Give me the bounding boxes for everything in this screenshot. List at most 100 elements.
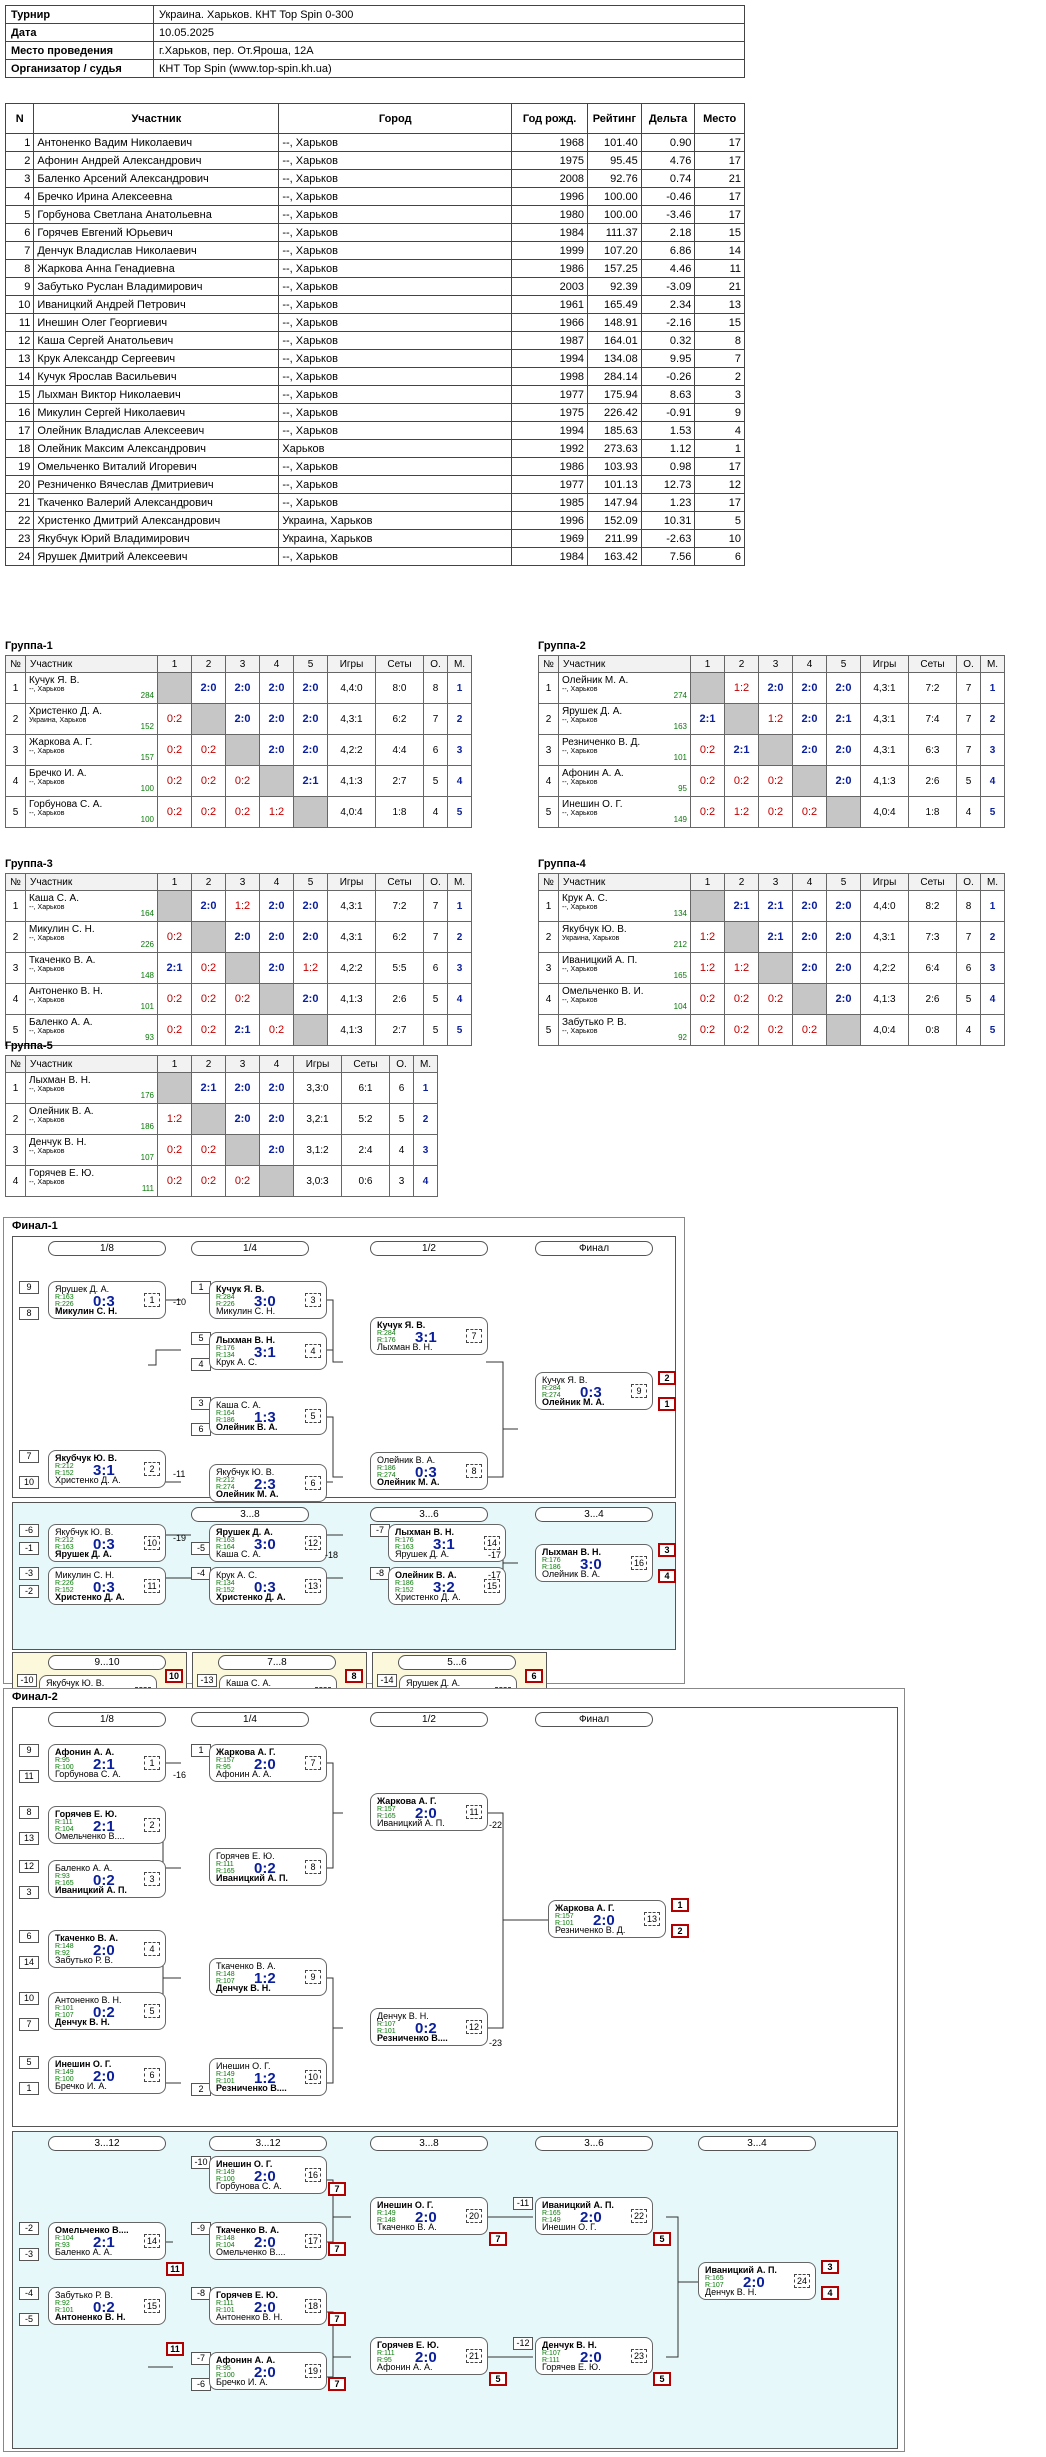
place-cell: 2 <box>447 921 472 953</box>
score-cell: 1:2 <box>157 1103 192 1135</box>
group-table: № Участник 1 2 3 4 5 Игры Сеты О. М. 1 Каша С. А. --,… <box>5 873 472 1046</box>
final-place: 7 <box>328 2182 346 2196</box>
participant-cell: 3 <box>694 385 745 404</box>
seed-number: -13 <box>197 1674 217 1687</box>
games-cell: 3,3:0 <box>293 1072 342 1104</box>
col-header: Участник <box>33 103 280 134</box>
self-cell <box>191 921 226 953</box>
col-header: Участник <box>25 873 158 891</box>
self-cell <box>724 703 759 735</box>
score-cell: 2:0 <box>259 1103 294 1135</box>
sets-cell: 0:8 <box>908 1014 957 1046</box>
self-cell <box>225 734 260 766</box>
participant-cell: 1992 <box>511 439 589 458</box>
participant-cell: 4 <box>4 187 35 206</box>
participant-cell: --, Харьков <box>278 241 513 260</box>
participant-cell: Горбунова Светлана Анатольевна <box>33 205 280 224</box>
points-cell: 8 <box>956 890 981 922</box>
score-cell: 1:2 <box>259 796 294 828</box>
self-cell <box>157 672 192 704</box>
participant-row: 3 Баленко Арсений Александрович --, Харько… <box>4 169 745 188</box>
participant-cell: 101.13 <box>587 475 642 494</box>
player-number: 2 <box>5 703 26 735</box>
place-cell: 3 <box>447 734 472 766</box>
score-cell: 2:0 <box>792 703 827 735</box>
score-cell: 1:2 <box>724 796 759 828</box>
player-rating: 100 <box>140 815 154 824</box>
participant-cell: 18 <box>4 439 35 458</box>
round-header: 1/4 <box>191 1241 309 1256</box>
player-city: --, Харьков <box>29 748 65 755</box>
place-cell: 4 <box>413 1165 438 1197</box>
self-cell <box>259 983 294 1015</box>
participant-cell: 148.91 <box>587 313 642 332</box>
participant-row: 22 Христенко Дмитрий Александрович Украина… <box>4 511 745 530</box>
match-number: 3 <box>144 1872 160 1886</box>
score-cell: 0:2 <box>191 1014 226 1046</box>
match-number: 7 <box>466 1329 482 1343</box>
seed-number: 2 <box>191 2083 211 2096</box>
match-number: 2 <box>144 1818 160 1832</box>
final-place: 3 <box>821 2260 839 2274</box>
participant-cell: --, Харьков <box>278 367 513 386</box>
match-player-2: Ярушек Д. А. <box>55 1549 112 1559</box>
sets-cell: 0:6 <box>341 1165 390 1197</box>
match-number: 17 <box>305 2234 321 2248</box>
match-player-2: Омельченко В.... <box>55 1831 125 1841</box>
seed-number: 1 <box>191 1281 211 1294</box>
col-header: Рейтинг <box>587 103 642 134</box>
match-player-2: Иваницкий А. П. <box>377 1818 445 1828</box>
next-match-ref: -22 <box>489 1820 503 1830</box>
col-header: 1 <box>690 655 725 673</box>
match-player-2: Олейник М. А. <box>377 1477 440 1487</box>
match-player-2: Ткаченко В. А. <box>377 2222 437 2232</box>
place-cell: 4 <box>447 983 472 1015</box>
match-player-2: Микулин С. Н. <box>216 1306 276 1316</box>
seed-number: 10 <box>19 1476 39 1489</box>
participant-cell: 1975 <box>511 403 589 422</box>
score-cell: 2:0 <box>259 921 294 953</box>
participant-cell: --, Харьков <box>278 493 513 512</box>
rating-1: R:212 <box>55 1463 74 1470</box>
score-cell: 2:0 <box>225 1103 260 1135</box>
match-player-2: Афонин А. А. <box>377 2362 433 2372</box>
sets-cell: 7:2 <box>908 672 957 704</box>
round-header: 1/2 <box>370 1241 488 1256</box>
sets-cell: 2:7 <box>375 765 424 797</box>
player-number: 1 <box>5 1072 26 1104</box>
score-cell: 2:0 <box>826 983 861 1015</box>
match-player-2: Олейник В. А. <box>216 1422 278 1432</box>
player-number: 4 <box>538 983 559 1015</box>
final-place: 7 <box>328 2377 346 2391</box>
bracket-panel: 1/8 1/4 1/2 Финал 9 8 Ярушек Д. А. R:163 R:226 0:… <box>12 1236 676 1502</box>
rating-1: R:212 <box>55 1537 74 1544</box>
final-2-title: Финал-2 <box>12 1691 58 1703</box>
round-header: Финал <box>535 1712 653 1727</box>
participant-cell: 12 <box>694 475 745 494</box>
score-cell: 2:1 <box>724 734 759 766</box>
group-row: 3 Денчук В. Н. --, Харьков 107 0:2 0:2 2:0 3,1:… <box>5 1134 438 1166</box>
score-cell: 0:2 <box>690 1014 725 1046</box>
match-number: 20 <box>466 2209 482 2223</box>
player-city: --, Харьков <box>562 779 598 786</box>
col-header: 2 <box>191 1055 226 1073</box>
self-cell <box>293 796 328 828</box>
seed-number: 1 <box>19 2082 39 2095</box>
points-cell: 7 <box>956 734 981 766</box>
score-cell: 0:2 <box>157 1134 192 1166</box>
participant-cell: Олейник Владислав Алексеевич <box>33 421 280 440</box>
participant-cell: 15 <box>694 313 745 332</box>
group-row: 4 Омельченко В. И. --, Харьков 104 0:2 0:2 0:2… <box>538 983 1005 1015</box>
participant-row: 7 Денчук Владислав Николаевич --, Харьков 1… <box>4 241 745 260</box>
player-cell: Иваницкий А. П. --, Харьков 165 <box>558 952 691 984</box>
place-cell: 3 <box>413 1134 438 1166</box>
player-rating: 163 <box>673 722 687 731</box>
participant-cell: --, Харьков <box>278 277 513 296</box>
participant-cell: Украина, Харьков <box>278 511 513 530</box>
info-row: Турнир Украина. Харьков. КНТ Top Spin 0-3… <box>5 5 745 24</box>
bracket-match: Жаркова А. Г. R:157 R:165 2:0 Иваницкий А. П… <box>370 1793 488 1831</box>
round-header: 3...12 <box>48 2136 166 2151</box>
bracket-match: Афонин А. А. R:95 R:100 2:0 Бречко И. А. 19 <box>209 2352 327 2390</box>
bracket-match: Горячев Е. Ю. R:111 R:104 2:1 Омельченко В..… <box>48 1806 166 1844</box>
col-header: М. <box>980 873 1005 891</box>
